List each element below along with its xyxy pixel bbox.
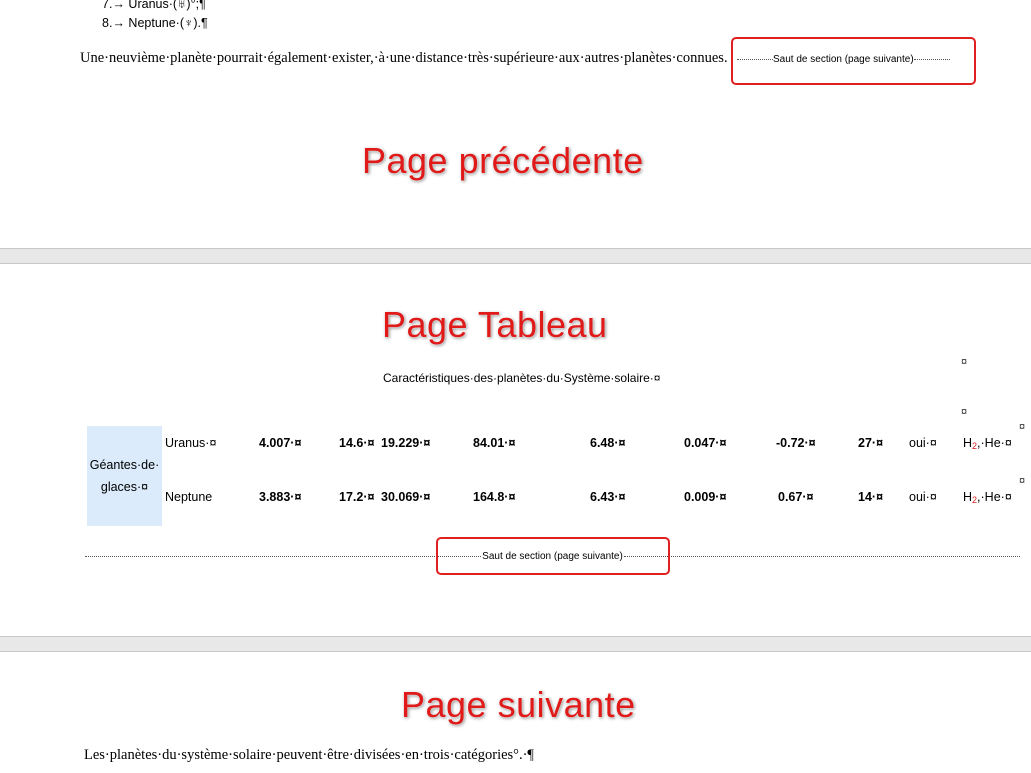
annotation-box-table-break [436, 537, 670, 575]
table-caption: Caractéristiques·des·planètes·du·Système… [383, 371, 661, 385]
end-of-cell-mark: ¤ [961, 356, 968, 368]
table-cell: 0.009·¤ [684, 490, 727, 504]
gas-formula: H [963, 490, 973, 504]
list-tail: °;¶ [190, 0, 206, 11]
end-of-row-mark: ¤ [1019, 475, 1026, 487]
gas-rest: ,·He·¤ [977, 436, 1012, 450]
group-label: Géantes·de· glaces·¤ [87, 454, 162, 498]
table-cell: 17.2·¤ [339, 490, 375, 504]
page-separator [0, 248, 1031, 264]
list-number: 7. [102, 0, 113, 11]
table-cell: 0.67·¤ [778, 490, 814, 504]
table-cell: 27·¤ [858, 436, 884, 450]
table-cell: 14·¤ [858, 490, 884, 504]
end-of-cell-mark: ¤ [961, 406, 968, 418]
table-cell: 14.6·¤ [339, 436, 375, 450]
planet-name-cell: Uranus·¤ [165, 436, 217, 450]
intro-paragraph: Une·neuvième·planète·pourrait·également·… [80, 50, 728, 66]
group-label-line: glaces·¤ [100, 480, 149, 494]
list-item-uranus: 7.→ Uranus·(♅)°;¶ [102, 0, 206, 11]
planet-name-cell: Neptune [165, 490, 213, 504]
table-cell: oui·¤ [909, 436, 937, 450]
list-number: 8. [102, 16, 113, 30]
annotation-prev-page: Page précédente [362, 140, 644, 181]
annotation-next-page: Page suivante [401, 684, 636, 725]
tab-arrow-icon: → [112, 16, 125, 30]
section-break-dots [623, 556, 1020, 557]
section-break-dots [85, 556, 482, 557]
table-cell: 0.047·¤ [684, 436, 727, 450]
end-of-row-mark: ¤ [1019, 421, 1026, 433]
table-cell: 4.007·¤ [259, 436, 302, 450]
table-cell: 3.883·¤ [259, 490, 302, 504]
list-item-neptune: 8.→ Neptune·(♆).¶ [102, 16, 208, 30]
next-paragraph: Les·planètes·du·système·solaire·peuvent·… [84, 747, 534, 763]
table-cell: oui·¤ [909, 490, 937, 504]
table-cell: 30.069·¤ [381, 490, 431, 504]
table-cell: 164.8·¤ [473, 490, 516, 504]
list-text: Neptune·(♆).¶ [128, 16, 208, 30]
group-label-line: Géantes·de· [89, 458, 160, 472]
tab-arrow-icon: → [112, 0, 125, 11]
table-cell: -0.72·¤ [776, 436, 816, 450]
annotation-box-prev-break [731, 37, 976, 85]
gas-rest: ,·He·¤ [977, 490, 1012, 504]
page-separator [0, 636, 1031, 652]
list-text: Uranus·(♅) [128, 0, 191, 11]
gas-cell: H2,·He·¤ [963, 490, 1012, 505]
table-cell: 84.01·¤ [473, 436, 516, 450]
table-cell: 19.229·¤ [381, 436, 431, 450]
gas-formula: H [963, 436, 973, 450]
gas-cell: H2,·He·¤ [963, 436, 1012, 451]
table-cell: 6.48·¤ [590, 436, 626, 450]
table-cell: 6.43·¤ [590, 490, 626, 504]
annotation-table-page: Page Tableau [382, 304, 608, 345]
